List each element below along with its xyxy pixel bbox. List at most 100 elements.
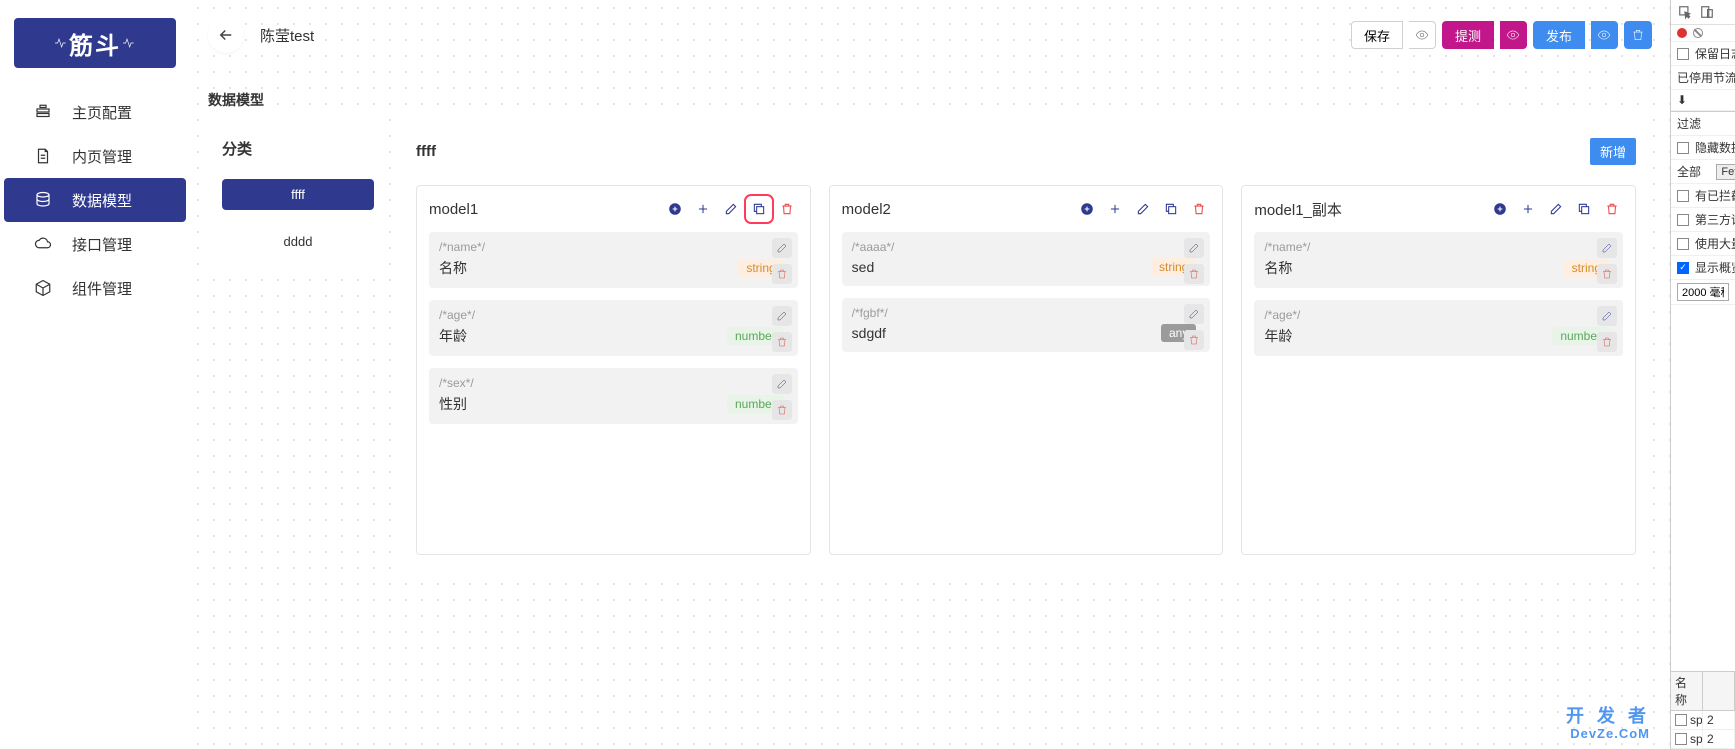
delete-field-icon[interactable] xyxy=(1597,332,1617,352)
add-icon[interactable] xyxy=(692,198,714,220)
checkbox[interactable] xyxy=(1677,190,1689,202)
model-card: model2/*aaaa*/sedstring/*fgbf*/sdgdfany xyxy=(829,185,1224,555)
edit-field-icon[interactable] xyxy=(772,238,792,258)
add-filled-icon[interactable] xyxy=(664,198,686,220)
delete-icon[interactable] xyxy=(1188,198,1210,220)
edit-field-icon[interactable] xyxy=(1184,304,1204,324)
field-label: sed xyxy=(852,259,875,275)
model-field: /*fgbf*/sdgdfany xyxy=(842,298,1211,352)
copy-icon[interactable] xyxy=(748,198,770,220)
category-item[interactable]: dddd xyxy=(222,226,374,257)
record-icon[interactable] xyxy=(1677,28,1687,38)
topbar: 陈莹test 保存 提测 发布 xyxy=(190,0,1670,70)
model-name: model2 xyxy=(842,201,891,218)
delete-field-icon[interactable] xyxy=(772,264,792,284)
delete-field-icon[interactable] xyxy=(1184,264,1204,284)
checkbox[interactable] xyxy=(1677,48,1689,60)
clear-icon[interactable] xyxy=(1693,28,1703,38)
category-item[interactable]: ffff xyxy=(222,179,374,210)
model-name: model1_副本 xyxy=(1254,199,1342,220)
trash-icon xyxy=(1631,28,1645,42)
model-name: model1 xyxy=(429,201,478,218)
sidebar-item-page-mgmt[interactable]: 内页管理 xyxy=(4,134,186,178)
models-panel: ffff 新增 model1/*name*/名称string/*age*/年龄n… xyxy=(400,118,1652,575)
add-icon[interactable] xyxy=(1517,198,1539,220)
devtools-panel: 保留日志 已停用节流模式 ⬇ 过滤 隐藏数据网址 全部 Fetch/XHR 有已… xyxy=(1670,0,1735,749)
edit-field-icon[interactable] xyxy=(772,306,792,326)
new-model-button[interactable]: 新增 xyxy=(1590,138,1636,165)
field-comment: /*name*/ xyxy=(439,240,788,254)
section-title: 数据模型 xyxy=(190,70,1670,118)
eye-icon xyxy=(1597,28,1611,42)
edit-icon[interactable] xyxy=(1545,198,1567,220)
add-filled-icon[interactable] xyxy=(1076,198,1098,220)
sidebar-item-home-config[interactable]: 主页配置 xyxy=(4,90,186,134)
test-preview-button[interactable] xyxy=(1500,21,1527,49)
field-label: 年龄 xyxy=(439,326,467,346)
cloud-icon xyxy=(34,235,52,253)
edit-field-icon[interactable] xyxy=(772,374,792,394)
save-preview-button[interactable] xyxy=(1409,21,1436,49)
model-card: model1_副本/*name*/名称string/*age*/年龄number xyxy=(1241,185,1636,555)
table-row[interactable]: spa...2 xyxy=(1671,730,1735,749)
field-label: 名称 xyxy=(439,258,467,278)
checkbox[interactable] xyxy=(1677,238,1689,250)
copy-icon[interactable] xyxy=(1160,198,1182,220)
edit-field-icon[interactable] xyxy=(1597,238,1617,258)
edit-field-icon[interactable] xyxy=(1597,306,1617,326)
sidebar-item-api-mgmt[interactable]: 接口管理 xyxy=(4,222,186,266)
add-icon[interactable] xyxy=(1104,198,1126,220)
table-row[interactable]: spa...2 xyxy=(1671,711,1735,730)
delete-icon[interactable] xyxy=(1601,198,1623,220)
delete-field-icon[interactable] xyxy=(772,400,792,420)
edit-icon[interactable] xyxy=(720,198,742,220)
delete-field-icon[interactable] xyxy=(772,332,792,352)
model-card: model1/*name*/名称string/*age*/年龄number/*s… xyxy=(416,185,811,555)
fetch-filter-button[interactable]: Fetch/XHR xyxy=(1716,164,1735,180)
sidebar-item-label: 内页管理 xyxy=(72,146,132,167)
network-table: 名称 spa...2 spa...2 xyxy=(1671,671,1735,749)
sidebar-item-label: 接口管理 xyxy=(72,234,132,255)
publish-button[interactable]: 发布 xyxy=(1533,21,1585,49)
sidebar-item-label: 数据模型 xyxy=(72,190,132,211)
eye-icon xyxy=(1506,28,1520,42)
edit-field-icon[interactable] xyxy=(1184,238,1204,258)
sidebar-item-component-mgmt[interactable]: 组件管理 xyxy=(4,266,186,310)
field-comment: /*fgbf*/ xyxy=(852,306,1201,320)
copy-icon[interactable] xyxy=(1573,198,1595,220)
category-panel: 分类 ffff dddd xyxy=(208,118,388,277)
edit-icon[interactable] xyxy=(1132,198,1154,220)
checkbox[interactable] xyxy=(1677,262,1689,274)
field-label: 名称 xyxy=(1264,258,1292,278)
ms-input[interactable] xyxy=(1677,283,1729,301)
database-icon xyxy=(34,191,52,209)
download-icon[interactable]: ⬇ xyxy=(1677,93,1687,107)
add-filled-icon[interactable] xyxy=(1489,198,1511,220)
field-comment: /*age*/ xyxy=(1264,308,1613,322)
sidebar-item-label: 组件管理 xyxy=(72,278,132,299)
save-button[interactable]: 保存 xyxy=(1351,21,1403,49)
model-field: /*age*/年龄number xyxy=(429,300,798,356)
checkbox[interactable] xyxy=(1677,142,1689,154)
field-comment: /*sex*/ xyxy=(439,376,788,390)
inspect-element-icon[interactable] xyxy=(1677,4,1693,20)
delete-icon[interactable] xyxy=(776,198,798,220)
topbar-actions: 保存 提测 发布 xyxy=(1351,21,1652,49)
model-field: /*name*/名称string xyxy=(1254,232,1623,288)
back-button[interactable] xyxy=(208,17,244,53)
sidebar-item-data-model[interactable]: 数据模型 xyxy=(4,178,186,222)
publish-preview-button[interactable] xyxy=(1591,21,1618,49)
delete-field-icon[interactable] xyxy=(1597,264,1617,284)
eye-icon xyxy=(1415,28,1429,42)
category-heading: 分类 xyxy=(222,138,374,159)
field-comment: /*name*/ xyxy=(1264,240,1613,254)
test-button[interactable]: 提测 xyxy=(1442,21,1494,49)
model-field: /*aaaa*/sedstring xyxy=(842,232,1211,286)
field-comment: /*aaaa*/ xyxy=(852,240,1201,254)
delete-field-icon[interactable] xyxy=(1184,330,1204,350)
models-panel-title: ffff xyxy=(416,143,436,160)
device-toggle-icon[interactable] xyxy=(1699,4,1715,20)
main-area: 陈莹test 保存 提测 发布 数据模型 分类 ffff dddd ffff xyxy=(190,0,1670,749)
checkbox[interactable] xyxy=(1677,214,1689,226)
publish-delete-button[interactable] xyxy=(1624,21,1652,49)
